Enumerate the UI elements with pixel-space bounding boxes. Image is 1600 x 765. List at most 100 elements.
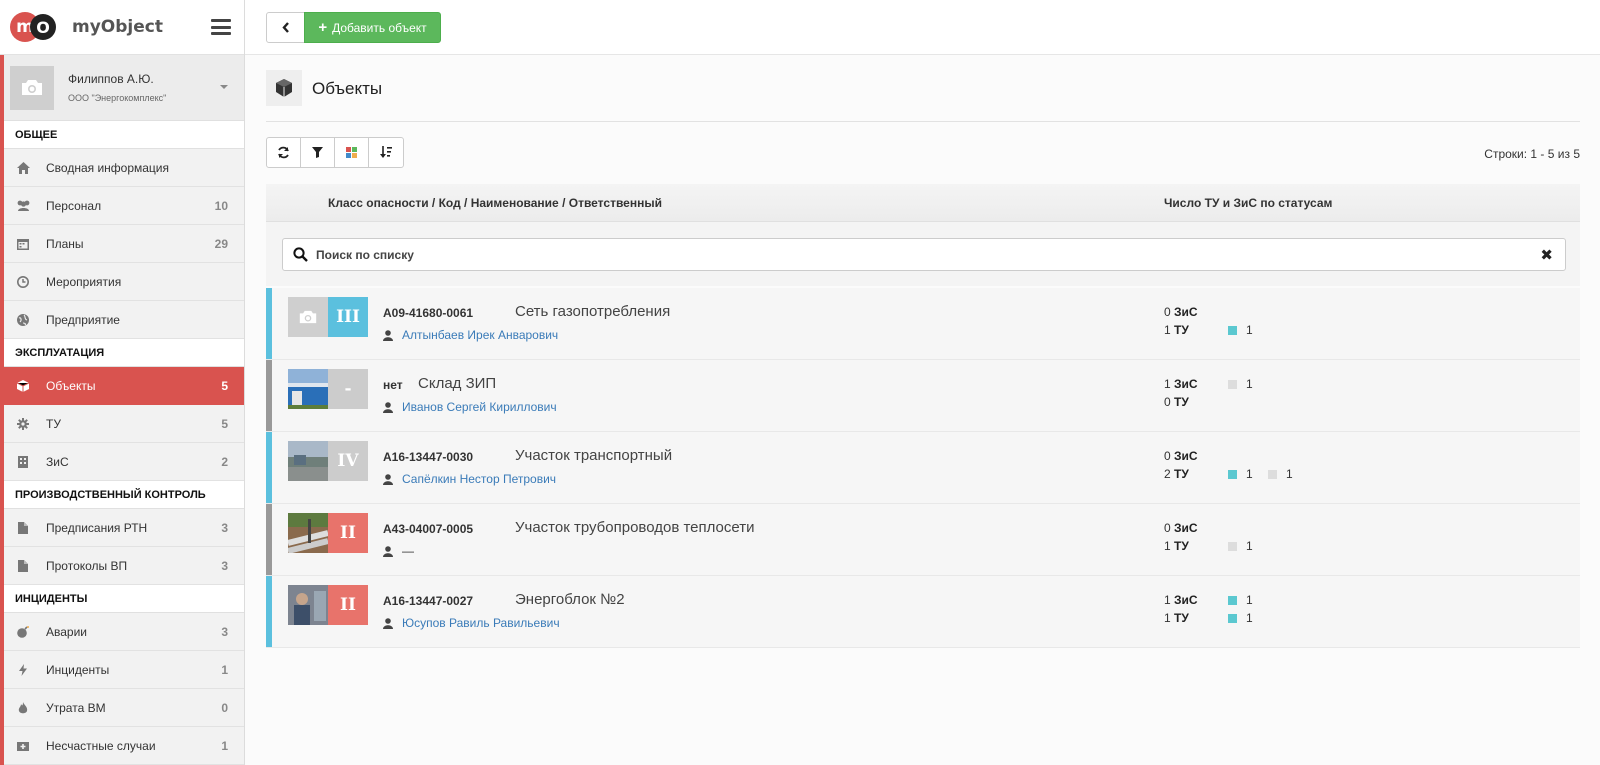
user-block[interactable]: Филиппов А.Ю. ООО "Энергокомплекс" [4,55,244,121]
home-icon [15,161,31,174]
table-row[interactable]: III А09-41680-0061 Сеть газопотребления Алт… [266,288,1580,360]
sidebar-item[interactable]: Несчастные случаи 1 [4,727,244,765]
sidebar-item[interactable]: ТУ 5 [4,405,244,443]
logo-o: O [30,14,56,40]
object-name[interactable]: Энергоблок №2 [515,591,625,608]
row-status-stripe [266,576,272,647]
tu-stat-label: ТУ [1174,395,1189,409]
column-header-object[interactable]: Класс опасности / Код / Наименование / О… [328,196,662,210]
status-chip[interactable]: 1 [1228,593,1253,607]
status-chip[interactable]: 1 [1228,323,1253,337]
user-icon [383,473,393,485]
sidebar-item[interactable]: Инциденты 1 [4,651,244,689]
status-chip[interactable]: 1 [1268,467,1293,481]
object-photo[interactable] [288,585,328,625]
sidebar-item-label: Аварии [46,624,87,639]
object-photo[interactable] [288,513,328,553]
responsible-link[interactable]: Сапёлкин Нестор Петрович [402,472,556,486]
objects-list: III А09-41680-0061 Сеть газопотребления Алт… [266,288,1580,648]
sidebar-item-count: 1 [221,738,228,753]
sidebar-item[interactable]: Персонал 10 [4,187,244,225]
user-icon [383,617,393,629]
status-chip[interactable]: 1 [1228,377,1253,391]
row-status-stripe [266,504,272,575]
zis-stat: 0 ЗиС [1164,305,1198,319]
responsible: Алтынбаев Ирек Анварович [383,328,558,342]
sidebar-item-count: 3 [221,558,228,573]
nav-section-title: ЭКСПЛУАТАЦИЯ [4,339,244,367]
status-chip[interactable]: 1 [1228,539,1253,553]
table-row[interactable]: - нет Склад ЗИП Иванов Сергей Кириллович 1 З… [266,360,1580,432]
responsible: Юсупов Равиль Равильевич [383,616,560,630]
sidebar-item-label: Протоколы ВП [46,558,128,573]
logo[interactable]: m O [10,12,56,42]
zis-stat-label: ЗиС [1174,593,1198,607]
columns-button[interactable] [335,138,369,167]
add-object-button[interactable]: + Добавить объект [304,12,441,43]
back-button[interactable] [266,12,305,43]
tu-stat-count: 0 [1164,395,1171,409]
sidebar-item-count: 5 [221,378,228,393]
status-color-square [1228,542,1237,551]
column-header-status[interactable]: Число ТУ и ЗиС по статусам [1164,196,1332,210]
sidebar-item[interactable]: Предприятие [4,301,244,339]
chevron-down-icon[interactable] [220,85,228,89]
object-photo[interactable] [288,369,328,409]
status-chip[interactable]: 1 [1228,467,1253,481]
sidebar: m O myObject Филиппов А.Ю. ООО "Энергоко… [0,0,245,765]
brand: m O myObject [0,0,244,55]
object-code: нет [383,378,403,392]
responsible-link[interactable]: — [402,544,414,558]
topbar: + Добавить объект [245,0,1600,55]
sidebar-item[interactable]: Мероприятия [4,263,244,301]
clock-icon [15,275,31,288]
sidebar-item[interactable]: Объекты 5 [4,367,244,405]
user-icon [383,545,393,557]
hazard-class-badge: III [328,297,368,337]
sidebar-item[interactable]: Предписания РТН 3 [4,509,244,547]
clear-icon[interactable]: ✖ [1540,246,1553,264]
table-row[interactable]: II А43-04007-0005 Участок трубопроводов те… [266,504,1580,576]
search-icon [293,247,308,262]
responsible-link[interactable]: Иванов Сергей Кириллович [402,400,557,414]
sidebar-item-count: 1 [221,662,228,677]
sidebar-menu: Филиппов А.Ю. ООО "Энергокомплекс" ОБЩЕЕ… [0,55,244,765]
building-icon [15,455,31,468]
filter-button[interactable] [301,138,335,167]
refresh-button[interactable] [267,138,301,167]
sidebar-item[interactable]: ЗиС 2 [4,443,244,481]
status-color-square [1228,596,1237,605]
object-name[interactable]: Участок трубопроводов теплосети [515,519,754,536]
menu-toggle-icon[interactable] [211,19,231,35]
avatar [10,65,54,110]
chevron-left-icon [281,22,289,33]
object-photo[interactable] [288,441,328,481]
responsible-link[interactable]: Алтынбаев Ирек Анварович [402,328,558,342]
object-code: А16-13447-0027 [383,594,474,608]
tu-stat-label: ТУ [1174,323,1189,337]
status-chip[interactable]: 1 [1228,611,1253,625]
sort-button[interactable] [369,138,403,167]
object-name[interactable]: Сеть газопотребления [515,303,670,320]
object-name[interactable]: Склад ЗИП [418,375,496,392]
sidebar-item[interactable]: Сводная информация [4,149,244,187]
sidebar-item-count: 10 [214,198,228,213]
search-input[interactable] [316,247,1541,262]
calendar-icon [15,238,31,250]
status-chip-count: 1 [1246,539,1253,553]
responsible-link[interactable]: Юсупов Равиль Равильевич [402,616,560,630]
object-name[interactable]: Участок транспортный [515,447,672,464]
sidebar-item[interactable]: Протоколы ВП 3 [4,547,244,585]
sidebar-item-label: Сводная информация [46,160,169,175]
sidebar-item[interactable]: Планы 29 [4,225,244,263]
users-icon [15,200,31,211]
status-chip-count: 1 [1246,593,1253,607]
sidebar-item[interactable]: Утрата ВМ 0 [4,689,244,727]
object-photo[interactable] [288,297,328,337]
add-object-label: Добавить объект [332,20,427,35]
sidebar-item[interactable]: Аварии 3 [4,613,244,651]
table-row[interactable]: IV А16-13447-0030 Участок транспортный Сапё… [266,432,1580,504]
sidebar-item-label: ЗиС [46,454,69,469]
table-row[interactable]: II А16-13447-0027 Энергоблок №2 Юсупов Рави… [266,576,1580,648]
zis-stat-label: ЗиС [1174,449,1198,463]
